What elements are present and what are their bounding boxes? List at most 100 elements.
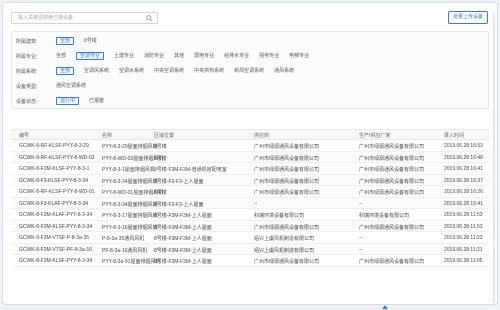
filter-option[interactable]: 中央空调系统 [154,67,184,75]
cell-code: GCWK-8-RF-KLSF-PYY-8-WD-01 [19,189,95,195]
cell-manufacturer: 广州市绿源通风设备有限公司 [359,224,425,231]
filter-label: 设备类型: [16,83,38,90]
filter-option[interactable]: 空调专业 [76,52,105,60]
cell-manufacturer: -- [359,200,363,207]
filter-option[interactable]: 其他 [174,52,184,60]
cell-supplier: -- [254,200,258,207]
cell-code: GCWK-8-F3M-KLSF-PYY-8-3-1 [19,166,90,172]
filter-option[interactable]: 全部 [56,52,66,60]
table-row[interactable]: GCWK-8-F3M-KLSF-PYY-8-3-34 PYY-8-3a-91屋面排… [11,255,489,267]
table-row[interactable]: GCWK-8-RF-KLSF-PYY-8-3-29 PYY-8-3-29屋面排烟风… [11,140,489,152]
filter-option[interactable]: 给排水专业 [224,52,249,60]
caret-up-icon [382,305,388,309]
cell-supplier: 广州市绿源通风设备有限公司 [254,167,320,173]
filter-option[interactable]: 空调风系统 [84,67,109,75]
cell-location: 8号楼-F3M-F3M-上人屋面 [154,213,212,219]
table-row[interactable]: GCWK-8-F3-KLSF-PYY-8-3-34 PYY-8-3-34屋面排烟风… [11,174,489,186]
table-row[interactable]: GCWK-8-F3M-KLSF-PYY-8-3-34 PYY-8-3-16屋面排烟… [11,220,489,232]
search-input[interactable] [18,13,148,23]
cell-entry-time: 2019.06.28 16:26 [444,189,483,195]
column-header-supplier[interactable]: 供应商 [254,132,356,139]
table-row[interactable]: GCWK-8-F3M-VTSF-PF-8-3a-16 PF-8-3a-16通风风机… [11,243,489,255]
cell-manufacturer: 科瑞环境设备有限公司 [359,213,410,219]
filter-option[interactable]: 土建专业 [114,52,134,60]
filter-panel: 所属建筑: 全部 8号楼 所属专业: 全部 空调专业 土建专业 消防专业 其他 … [11,31,489,109]
filter-option[interactable]: 强电专业 [259,52,279,60]
search-icon[interactable] [146,15,153,22]
cell-supplier: 绍兴上虞风机制造有限公司 [254,236,315,242]
cell-manufacturer: 广州市绿源通风设备有限公司 [359,155,425,162]
cell-location: 8号楼 [154,144,167,150]
column-header-manufacturer[interactable]: 生产/供应厂家 [359,132,443,139]
filter-label: 所属系统: [16,68,38,75]
cell-location: 8号楼-F3M-F3M-上人屋面 [154,259,212,265]
column-header-code[interactable]: 编号 [19,132,101,139]
search-box[interactable] [11,12,158,24]
cell-manufacturer: 广州市绿源通风设备有限公司 [359,259,425,265]
cell-entry-time: 2019.06.28 16:48 [444,154,483,161]
table-header: 编号 名称 区域位置 供应商 生产/供应厂家 录入时间 [11,129,489,140]
cell-entry-time: 2019.06.28 11:53 [444,223,483,230]
toolbar: 批量上传设备 [11,11,489,25]
column-header-location[interactable]: 区域位置 [154,132,246,139]
column-header-entry-time[interactable]: 录入时间 [444,132,496,139]
table-row[interactable]: GCWK-8-F3M-KLAF-PYY-8-3-34 PYY-8-3-17屋面排烟… [11,209,489,221]
cell-entry-time: 2019.06.28 16:41 [444,166,483,172]
cell-supplier: 广州市绿源通风设备有限公司 [254,155,320,162]
device-table: 编号 名称 区域位置 供应商 生产/供应厂家 录入时间 GCWK-8-RF-KL… [11,129,489,294]
cell-code: GCWK-8-RF-KLSF-PYY-8-WD-03 [19,154,95,161]
cell-manufacturer: 广州市绿源通风设备有限公司 [359,144,425,150]
filter-option[interactable]: 通风空调系统 [56,82,86,90]
cell-code: GCWK-8-F3M-VTSF-PF-8-3a-16 [19,246,93,253]
filter-row-discipline: 所属专业: 全部 空调专业 土建专业 消防专业 其他 弱电专业 给排水专业 强电… [16,51,484,61]
filter-option[interactable]: 运行中 [56,97,80,105]
table-row[interactable]: GCWK-8-RF-KLSF-PYY-8-WD-01 PYY-8-WD-01屋面排… [11,186,489,198]
cell-location: 8号楼-F3M-F3M-上人屋面 [154,247,212,254]
scrollbar[interactable] [493,13,495,303]
cell-supplier: 广州市绿源通风设备有限公司 [254,224,320,231]
table-row[interactable]: GCWK-8-F3-KLAF-PYY-8-3-34 PYY-8-3-34屋面排烟风… [11,197,489,209]
cell-supplier: 广州市绿源通风设备有限公司 [254,259,320,265]
filter-option[interactable]: 空调水系统 [119,67,144,75]
filter-option[interactable]: 通风系统 [274,67,294,75]
cell-location: 8号楼-F3-F3-上人屋面 [154,201,204,208]
filter-option[interactable]: 8号楼 [84,37,97,45]
filter-option[interactable]: 已报废 [89,97,104,105]
cell-entry-time: 2019.06.28 15:41 [444,200,483,207]
table-row[interactable]: GCWK-8-F3M-VTSF-P-8-3a-35 P-8-3a-35通风风机 8号… [11,232,489,244]
cell-entry-time: 2019.06.28 16:53 [444,143,483,149]
filter-option[interactable]: 电梯专业 [289,52,309,60]
cell-entry-time: 2019.06.28 11:05 [444,258,483,264]
filter-option[interactable]: 全部 [56,37,75,45]
filter-option[interactable]: 消防专业 [144,52,164,60]
cell-code: GCWK-8-F3M-KLAF-PYY-8-3-34 [19,212,93,218]
cell-location: 8号楼-F3-F3-上人屋面 [154,178,204,185]
cell-supplier: 广州市绿源通风设备有限公司 [254,178,320,185]
cell-entry-time: 2019.06.28 11:23 [444,235,483,241]
cell-manufacturer: -- [359,235,363,241]
filter-option[interactable]: 新风空调系统 [234,67,264,75]
filter-option[interactable]: 弱电专业 [194,52,214,60]
filter-option[interactable]: 中央供热系统 [194,67,224,75]
cell-code: GCWK-8-F3-KLSF-PYY-8-3-34 [19,177,88,184]
cell-location: 8号楼-F3M-F3M-上人屋面 [154,236,212,242]
cell-entry-time: 2019.06.28 11:21 [444,246,483,253]
cell-location: 8号楼-F3M-F3M-上人屋面 [154,224,212,231]
filter-label: 所属专业: [16,53,38,60]
cell-code: GCWK-8-RF-KLSF-PYY-8-3-29 [19,143,89,149]
table-row[interactable]: GCWK-8-RF-KLSF-PYY-8-WD-03 PYY-8-WD-03屋面排… [11,151,489,163]
device-list-panel: 批量上传设备 所属建筑: 全部 8号楼 所属专业: 全部 空调专业 土建专业 消… [2,2,498,305]
cell-manufacturer: 广州市绿源通风设备有限公司 [359,167,425,173]
filter-label: 所属建筑: [16,38,38,45]
cell-entry-time: 2019.06.28 11:53 [444,212,483,218]
batch-upload-button[interactable]: 批量上传设备 [448,11,488,24]
filter-option[interactable]: 全部 [56,67,75,75]
table-body: GCWK-8-RF-KLSF-PYY-8-3-29 PYY-8-3-29屋面排烟风… [11,140,489,267]
filter-row-status: 设备状态: 运行中 已报废 [16,96,484,106]
table-row[interactable]: GCWK-8-F3M-KLSF-PYY-8-3-1 PYY-8-3-1屋面排烟风机… [11,163,489,175]
cell-supplier: 科瑞环境设备有限公司 [254,213,305,219]
cell-code: GCWK-8-F3M-KLSF-PYY-8-3-34 [19,223,93,230]
cell-supplier: 广州市绿源通风设备有限公司 [254,190,320,196]
filter-row-system: 所属系统: 全部 空调风系统 空调水系统 中央空调系统 中央供热系统 新风空调系… [16,66,484,76]
cell-supplier: 广州市绿源通风设备有限公司 [254,144,320,150]
